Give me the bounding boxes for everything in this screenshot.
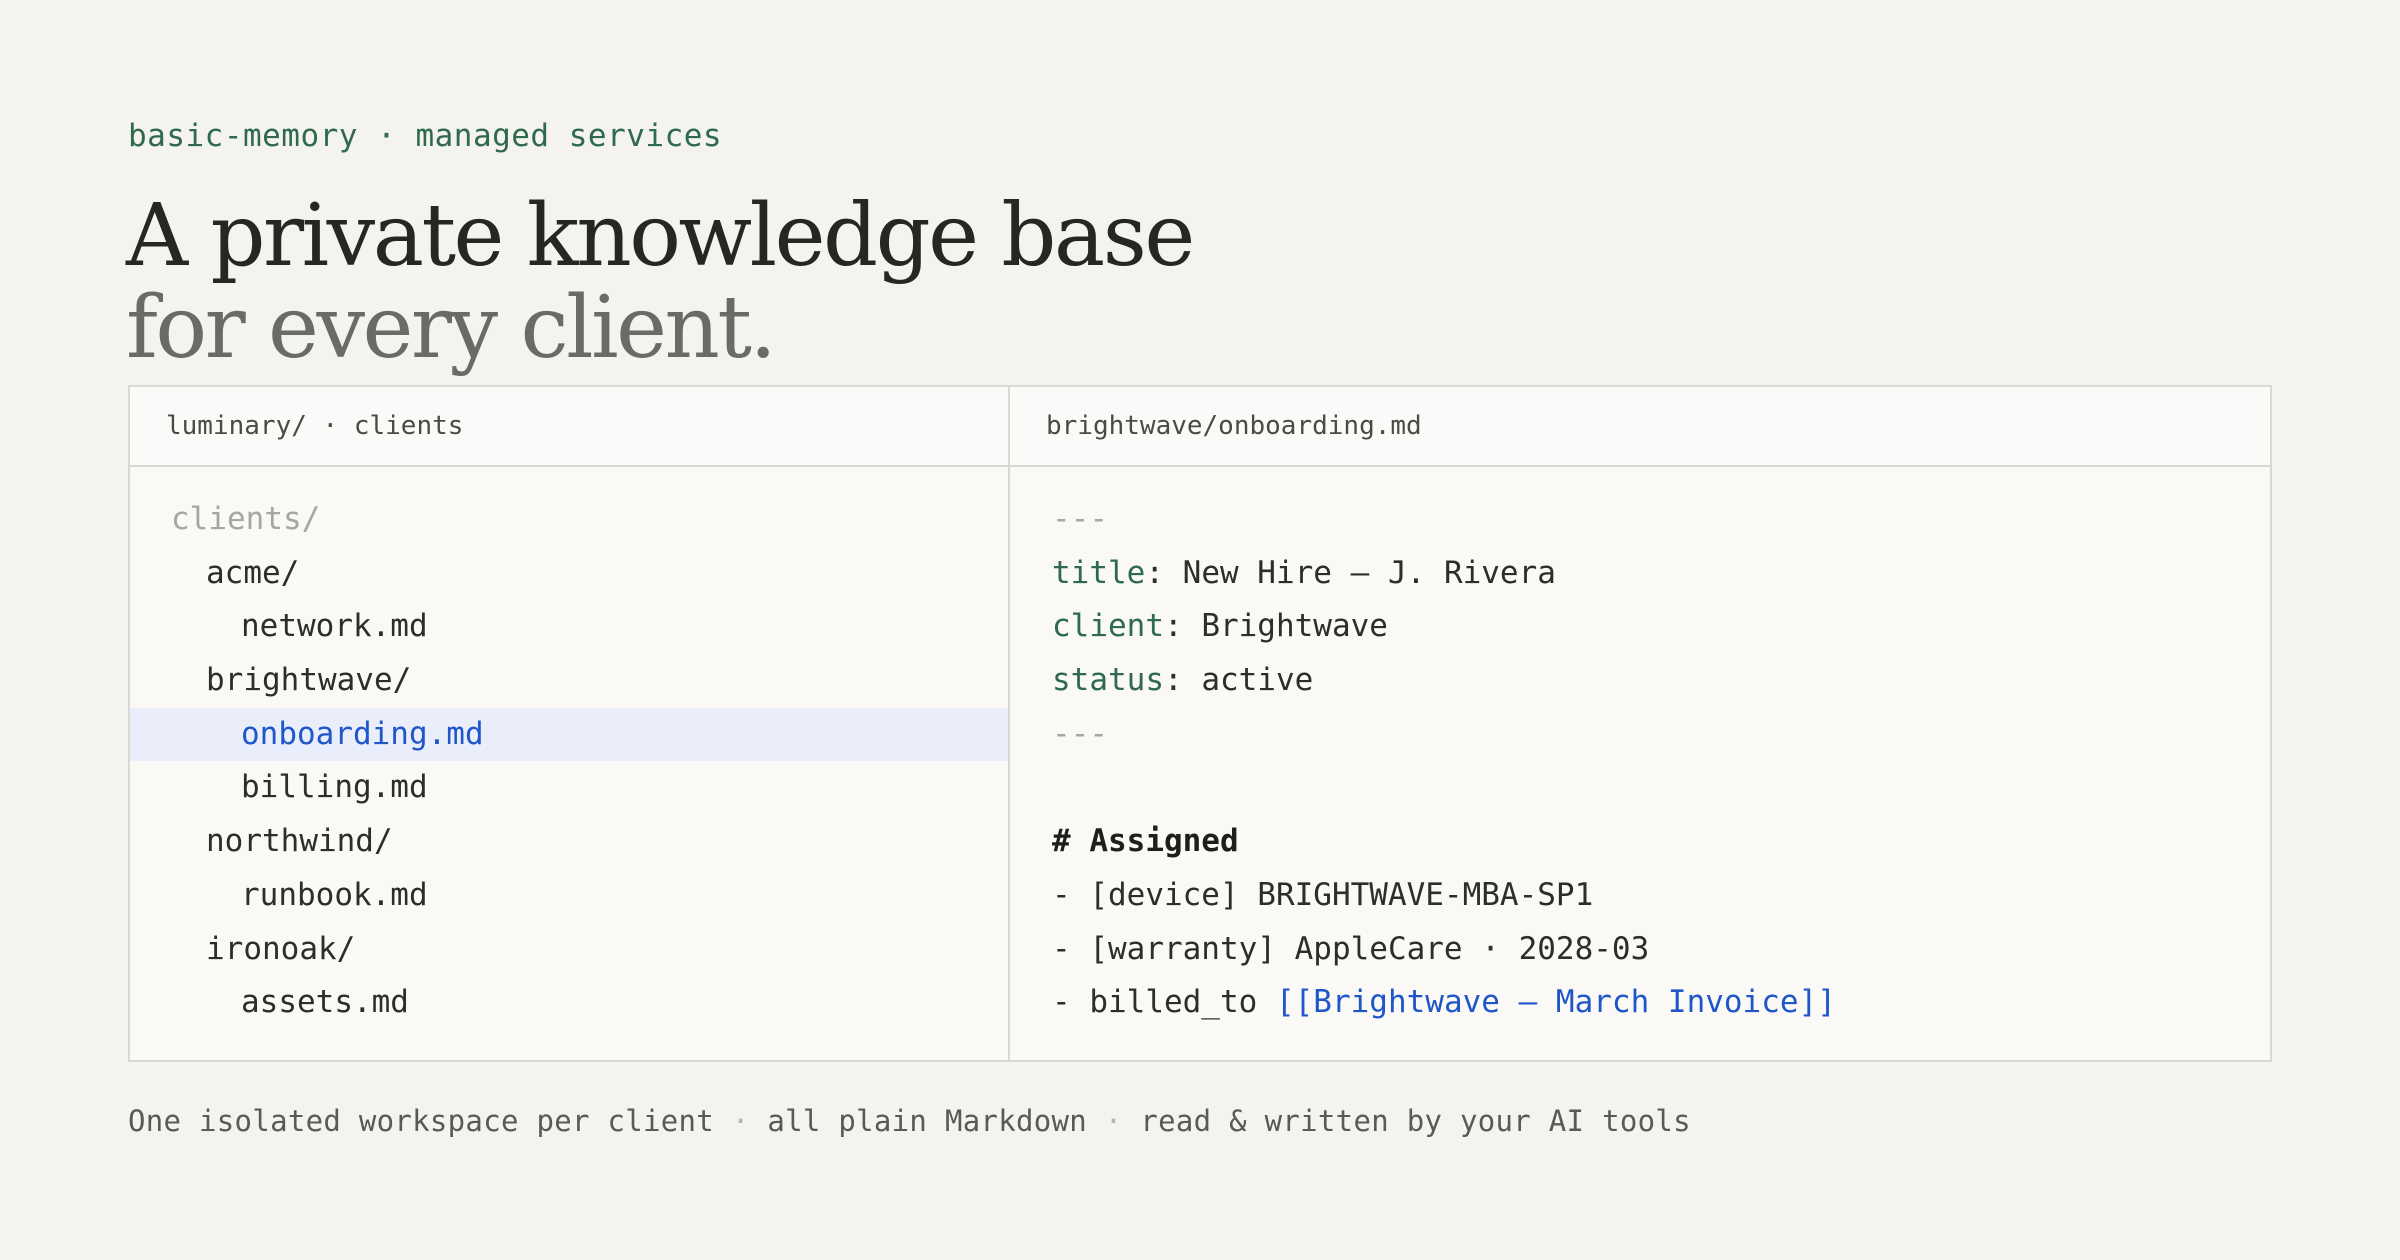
heading-text: # Assigned [1052,823,1239,860]
frontmatter-value: active [1201,662,1314,699]
file-tree: clients/ acme/ network.md brightwave/ on… [130,493,1008,1030]
document-pane: brightwave/onboarding.md --- title: New … [1010,387,2270,1060]
frontmatter-line-client: client: Brightwave [883,600,2270,654]
tree-file-network[interactable]: network.md [130,600,1008,654]
footer-part: One isolated workspace per client [128,1104,715,1138]
tree-folder-ironoak[interactable]: ironoak/ [130,923,1008,977]
section-heading: # Assigned [883,815,2270,869]
wiki-link[interactable]: [[Brightwave — March Invoice]] [1276,984,1836,1020]
frontmatter-value: Brightwave [1201,608,1388,645]
frontmatter-close: --- [883,708,2270,762]
tree-file-onboarding[interactable]: onboarding.md [130,707,1008,762]
frontmatter-line-title: title: New Hire — J. Rivera [883,547,2270,601]
title-line-2: for every client. [126,278,777,378]
list-item: - billed_to [[Brightwave — March Invoice… [883,976,2270,1030]
eyebrow-label: basic-memory · managed services [128,118,723,154]
tree-folder-brightwave[interactable]: brightwave/ [130,654,1008,708]
footer-separator: · [1104,1104,1123,1138]
document-editor[interactable]: --- title: New Hire — J. Rivera client: … [1010,493,2270,1030]
frontmatter-colon: : [1163,608,1202,645]
title-line-1: A private knowledge base [126,186,1195,286]
frontmatter-colon: : [1163,662,1202,699]
frontmatter-key: status [1052,662,1164,699]
footer-caption: One isolated workspace per client · all … [128,1104,1691,1138]
list-item: - [device] BRIGHTWAVE-MBA-SP1 [1052,876,1594,913]
footer-part: all plain Markdown [767,1104,1088,1138]
file-tree-header: luminary/ · clients [130,387,1008,467]
frontmatter-open: --- [883,493,2270,547]
list-item: - [warranty] AppleCare · 2028-03 [1052,930,1650,967]
editor-window: luminary/ · clients clients/ acme/ netwo… [128,385,2272,1062]
list-item-text: - billed_to [1052,984,1276,1021]
frontmatter-key: title [1052,554,1146,591]
tree-folder-northwind[interactable]: northwind/ [130,815,1008,869]
tree-file-runbook[interactable]: runbook.md [130,869,1008,923]
frontmatter-colon: : [1145,554,1183,591]
footer-separator: · [731,1104,750,1138]
frontmatter-delimiter: --- [1052,715,1108,752]
page-title: A private knowledge base for every clien… [126,186,1195,378]
frontmatter-value: New Hire — J. Rivera [1182,554,1556,591]
footer-part: read & written by your AI tools [1140,1104,1691,1138]
file-tree-pane: luminary/ · clients clients/ acme/ netwo… [130,387,1010,1060]
frontmatter-key: client [1052,608,1164,645]
document-header: brightwave/onboarding.md [1010,387,2270,467]
tree-file-billing[interactable]: billing.md [130,761,1008,815]
frontmatter-line-status: status: active [883,654,2270,708]
tree-folder-clients[interactable]: clients/ [130,493,1008,547]
tree-file-assets[interactable]: assets.md [130,976,1008,1030]
tree-folder-acme[interactable]: acme/ [130,547,1008,601]
frontmatter-delimiter: --- [1052,501,1108,537]
